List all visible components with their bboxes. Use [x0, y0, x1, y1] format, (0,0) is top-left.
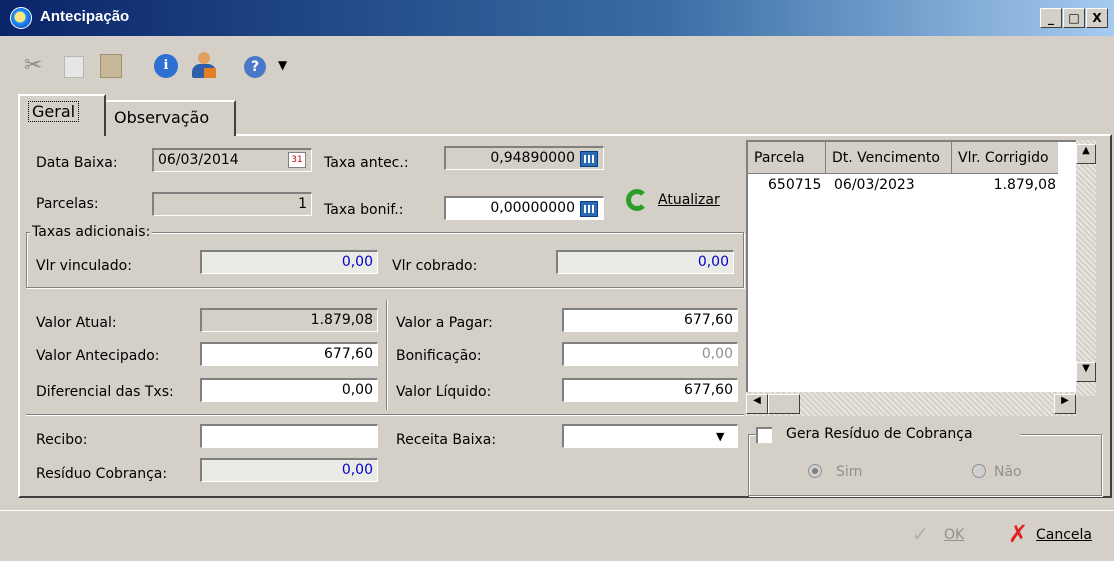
scroll-down-button[interactable]: ▼ — [1076, 362, 1096, 382]
radio-sim-label: Sim — [836, 464, 863, 480]
taxas-adicionais-label: Taxas adicionais: — [30, 224, 153, 240]
app-icon — [10, 7, 32, 29]
grid-cell-parcela[interactable]: 650715 — [748, 174, 830, 198]
cancela-button[interactable]: ✗ Cancela — [1008, 520, 1108, 550]
chevron-down-icon[interactable]: ▼ — [716, 430, 724, 443]
grid-header-parcela[interactable]: Parcela — [748, 142, 826, 174]
grid-header-dt-vencimento[interactable]: Dt. Vencimento — [826, 142, 952, 174]
bonificacao-field[interactable]: 0,00 — [562, 342, 738, 366]
parcelas-grid[interactable]: Parcela Dt. Vencimento Vlr. Corrigido 65… — [746, 140, 1076, 396]
radio-nao-label: Não — [994, 464, 1022, 480]
taxa-antec-label: Taxa antec.: — [324, 155, 409, 171]
cut-icon[interactable]: ✂ — [24, 54, 42, 78]
atualizar-label: Atualizar — [658, 192, 720, 208]
radio-sim[interactable] — [808, 464, 822, 478]
recibo-field[interactable] — [200, 424, 378, 448]
valor-antecipado-field[interactable]: 677,60 — [200, 342, 378, 366]
info-icon[interactable]: i — [154, 54, 178, 78]
grid-cell-vlr-corrigido[interactable]: 1.879,08 — [954, 174, 1060, 198]
scroll-right-button[interactable]: ▶ — [1054, 394, 1076, 414]
vlr-cobrado-field[interactable]: 0,00 — [556, 250, 734, 274]
maximize-button[interactable]: □ — [1063, 8, 1085, 28]
grid-cell-dt-vencimento[interactable]: 06/03/2023 — [830, 174, 954, 198]
valor-atual-field[interactable]: 1.879,08 — [200, 308, 378, 332]
residuo-group-header: Gera Resíduo de Cobrança — [756, 426, 1020, 444]
dropdown-arrow-icon[interactable]: ▼ — [278, 58, 287, 72]
tab-geral[interactable]: Geral — [18, 94, 106, 136]
gera-residuo-checkbox[interactable] — [756, 427, 772, 443]
close-button[interactable]: X — [1086, 8, 1108, 28]
receita-baixa-label: Receita Baixa: — [396, 432, 497, 448]
taxa-bonif-label: Taxa bonif.: — [324, 202, 404, 218]
bonificacao-label: Bonificação: — [396, 348, 482, 364]
column-divider — [386, 300, 388, 410]
paste-icon[interactable] — [100, 54, 122, 78]
valor-a-pagar-label: Valor a Pagar: — [396, 315, 493, 331]
scroll-left-button[interactable]: ◀ — [746, 394, 768, 414]
cancela-label: Cancela — [1036, 527, 1093, 543]
calendar-icon[interactable]: 31 — [288, 152, 306, 168]
valor-liquido-field[interactable]: 677,60 — [562, 378, 738, 402]
valor-a-pagar-field[interactable]: 677,60 — [562, 308, 738, 332]
grid-header-vlr-corrigido[interactable]: Vlr. Corrigido — [952, 142, 1058, 174]
vertical-scrollbar[interactable] — [1076, 140, 1096, 396]
valor-antecipado-label: Valor Antecipado: — [36, 348, 160, 364]
scroll-thumb[interactable] — [768, 394, 800, 414]
residuo-cobranca-label: Resíduo Cobrança: — [36, 466, 168, 482]
diferencial-field[interactable]: 0,00 — [200, 378, 378, 402]
cancel-icon: ✗ — [1008, 520, 1029, 548]
separator — [26, 414, 744, 416]
title-bar — [0, 0, 1114, 36]
ok-label: OK — [944, 527, 965, 543]
data-baixa-label: Data Baixa: — [36, 155, 118, 171]
scroll-up-button[interactable]: ▲ — [1076, 144, 1096, 164]
atualizar-button[interactable]: Atualizar — [626, 188, 736, 216]
vlr-vinculado-field[interactable]: 0,00 — [200, 250, 378, 274]
copy-icon[interactable] — [64, 56, 84, 78]
receita-baixa-select[interactable] — [562, 424, 738, 448]
vlr-cobrado-label: Vlr cobrado: — [392, 258, 478, 274]
valor-atual-label: Valor Atual: — [36, 315, 117, 331]
recibo-label: Recibo: — [36, 432, 88, 448]
parcelas-label: Parcelas: — [36, 196, 99, 212]
refresh-icon — [626, 189, 648, 211]
residuo-cobranca-field[interactable]: 0,00 — [200, 458, 378, 482]
tab-observacao[interactable]: Observação — [104, 100, 236, 136]
valor-liquido-label: Valor Líquido: — [396, 384, 492, 400]
calculator-icon[interactable] — [580, 201, 598, 217]
window-title: Antecipação — [40, 8, 130, 25]
vlr-vinculado-label: Vlr vinculado: — [36, 258, 132, 274]
minimize-button[interactable]: _ — [1040, 8, 1062, 28]
radio-nao[interactable] — [972, 464, 986, 478]
user-icon[interactable] — [190, 52, 220, 80]
check-icon: ✓ — [912, 522, 929, 546]
help-icon[interactable]: ? — [244, 56, 266, 78]
calculator-icon[interactable] — [580, 151, 598, 167]
diferencial-label: Diferencial das Txs: — [36, 384, 174, 400]
gera-residuo-label: Gera Resíduo de Cobrança — [786, 426, 973, 442]
ok-button[interactable]: ✓ OK — [912, 522, 972, 550]
parcelas-field[interactable]: 1 — [152, 192, 312, 216]
